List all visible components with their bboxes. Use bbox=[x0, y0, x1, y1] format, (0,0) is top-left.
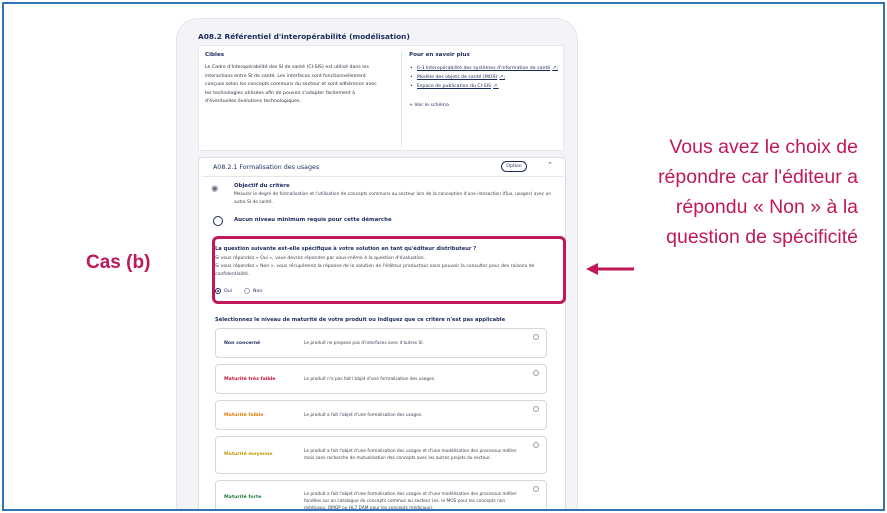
level-description: Le produit n'a pas fait l'objet d'une fo… bbox=[304, 377, 436, 382]
level-radio[interactable] bbox=[533, 370, 539, 376]
annotation-note: Vous avez le choix de répondre car l'édi… bbox=[658, 136, 858, 248]
level-radio[interactable] bbox=[533, 406, 539, 412]
level-name: Non concerné bbox=[224, 341, 261, 346]
cibles-text: Le Cadre d'Interopérabilité des SI de sa… bbox=[205, 65, 377, 105]
screenshot-frame: A08.2 Référentiel d'interopérabilité (mo… bbox=[2, 2, 885, 511]
level-option[interactable]: Maturité forte Le produit a fait l'objet… bbox=[215, 480, 547, 511]
option-badge: Option bbox=[501, 161, 527, 172]
level-name: Maturité faible bbox=[224, 413, 264, 418]
more-column: Pour en savoir plus II-3 Interopérabilit… bbox=[409, 52, 559, 108]
level-option[interactable]: Maturité faible Le produit a fait l'obje… bbox=[215, 400, 547, 430]
criterion-card: A08.2.1 Formalisation des usages Option … bbox=[198, 157, 566, 511]
lightbulb-icon: ✺ bbox=[211, 185, 219, 195]
min-level-text: Aucun niveau minimum requis pour cette d… bbox=[234, 217, 392, 223]
resource-links: II-3 Interopérabilité des systèmes d'inf… bbox=[409, 64, 559, 91]
collapse-caret-icon[interactable]: ⌃ bbox=[547, 161, 553, 169]
level-option[interactable]: Maturité moyenne Le produit a fait l'obj… bbox=[215, 436, 547, 474]
header-divider bbox=[203, 176, 563, 177]
more-heading: Pour en savoir plus bbox=[409, 52, 470, 58]
level-description: Le produit a fait l'objet d'une formalis… bbox=[304, 413, 423, 418]
intro-box: Cibles Le Cadre d'Interopérabilité des S… bbox=[198, 45, 564, 151]
award-badge-icon bbox=[213, 216, 223, 226]
cibles-heading: Cibles bbox=[205, 52, 225, 58]
level-radio[interactable] bbox=[533, 442, 539, 448]
level-name: Maturité très faible bbox=[224, 377, 276, 382]
level-radio[interactable] bbox=[533, 334, 539, 340]
intro-divider bbox=[401, 51, 402, 147]
link-interoperabilite[interactable]: II-3 Interopérabilité des systèmes d'inf… bbox=[409, 64, 559, 73]
objective-title: Objectif du critère bbox=[234, 183, 290, 189]
level-name: Maturité forte bbox=[224, 495, 262, 500]
level-option[interactable]: Non concerné Le produit ne propose pas d… bbox=[215, 328, 547, 358]
section-title: A08.2 Référentiel d'interopérabilité (mo… bbox=[198, 32, 410, 41]
link-mos[interactable]: Modèle des objets de santé (MOS)↗; bbox=[409, 73, 559, 82]
level-description: Le produit a fait l'objet d'une formalis… bbox=[304, 492, 517, 511]
voir-schema-link[interactable]: + Voir le schéma bbox=[409, 103, 559, 108]
level-radio[interactable] bbox=[533, 486, 539, 492]
highlight-bracket bbox=[212, 236, 566, 304]
objective-text: Mesurer le degré de formalisation et l'u… bbox=[234, 192, 552, 205]
criterion-title[interactable]: A08.2.1 Formalisation des usages bbox=[213, 164, 319, 171]
cibles-column: Cibles Le Cadre d'Interopérabilité des S… bbox=[205, 52, 381, 107]
level-description: Le produit a fait l'objet d'une formalis… bbox=[304, 449, 517, 461]
case-label: Cas (b) bbox=[86, 252, 151, 273]
level-description: Le produit ne propose pas d'interfaces a… bbox=[304, 341, 424, 346]
level-name: Maturité moyenne bbox=[224, 452, 273, 457]
link-ci-sis[interactable]: Espace de publication du CI-SIS↗. bbox=[409, 82, 559, 91]
levels-heading: Sélectionnez le niveau de maturité de vo… bbox=[215, 317, 506, 323]
arrow-left-icon bbox=[586, 263, 634, 275]
level-option[interactable]: Maturité très faible Le produit n'a pas … bbox=[215, 364, 547, 394]
